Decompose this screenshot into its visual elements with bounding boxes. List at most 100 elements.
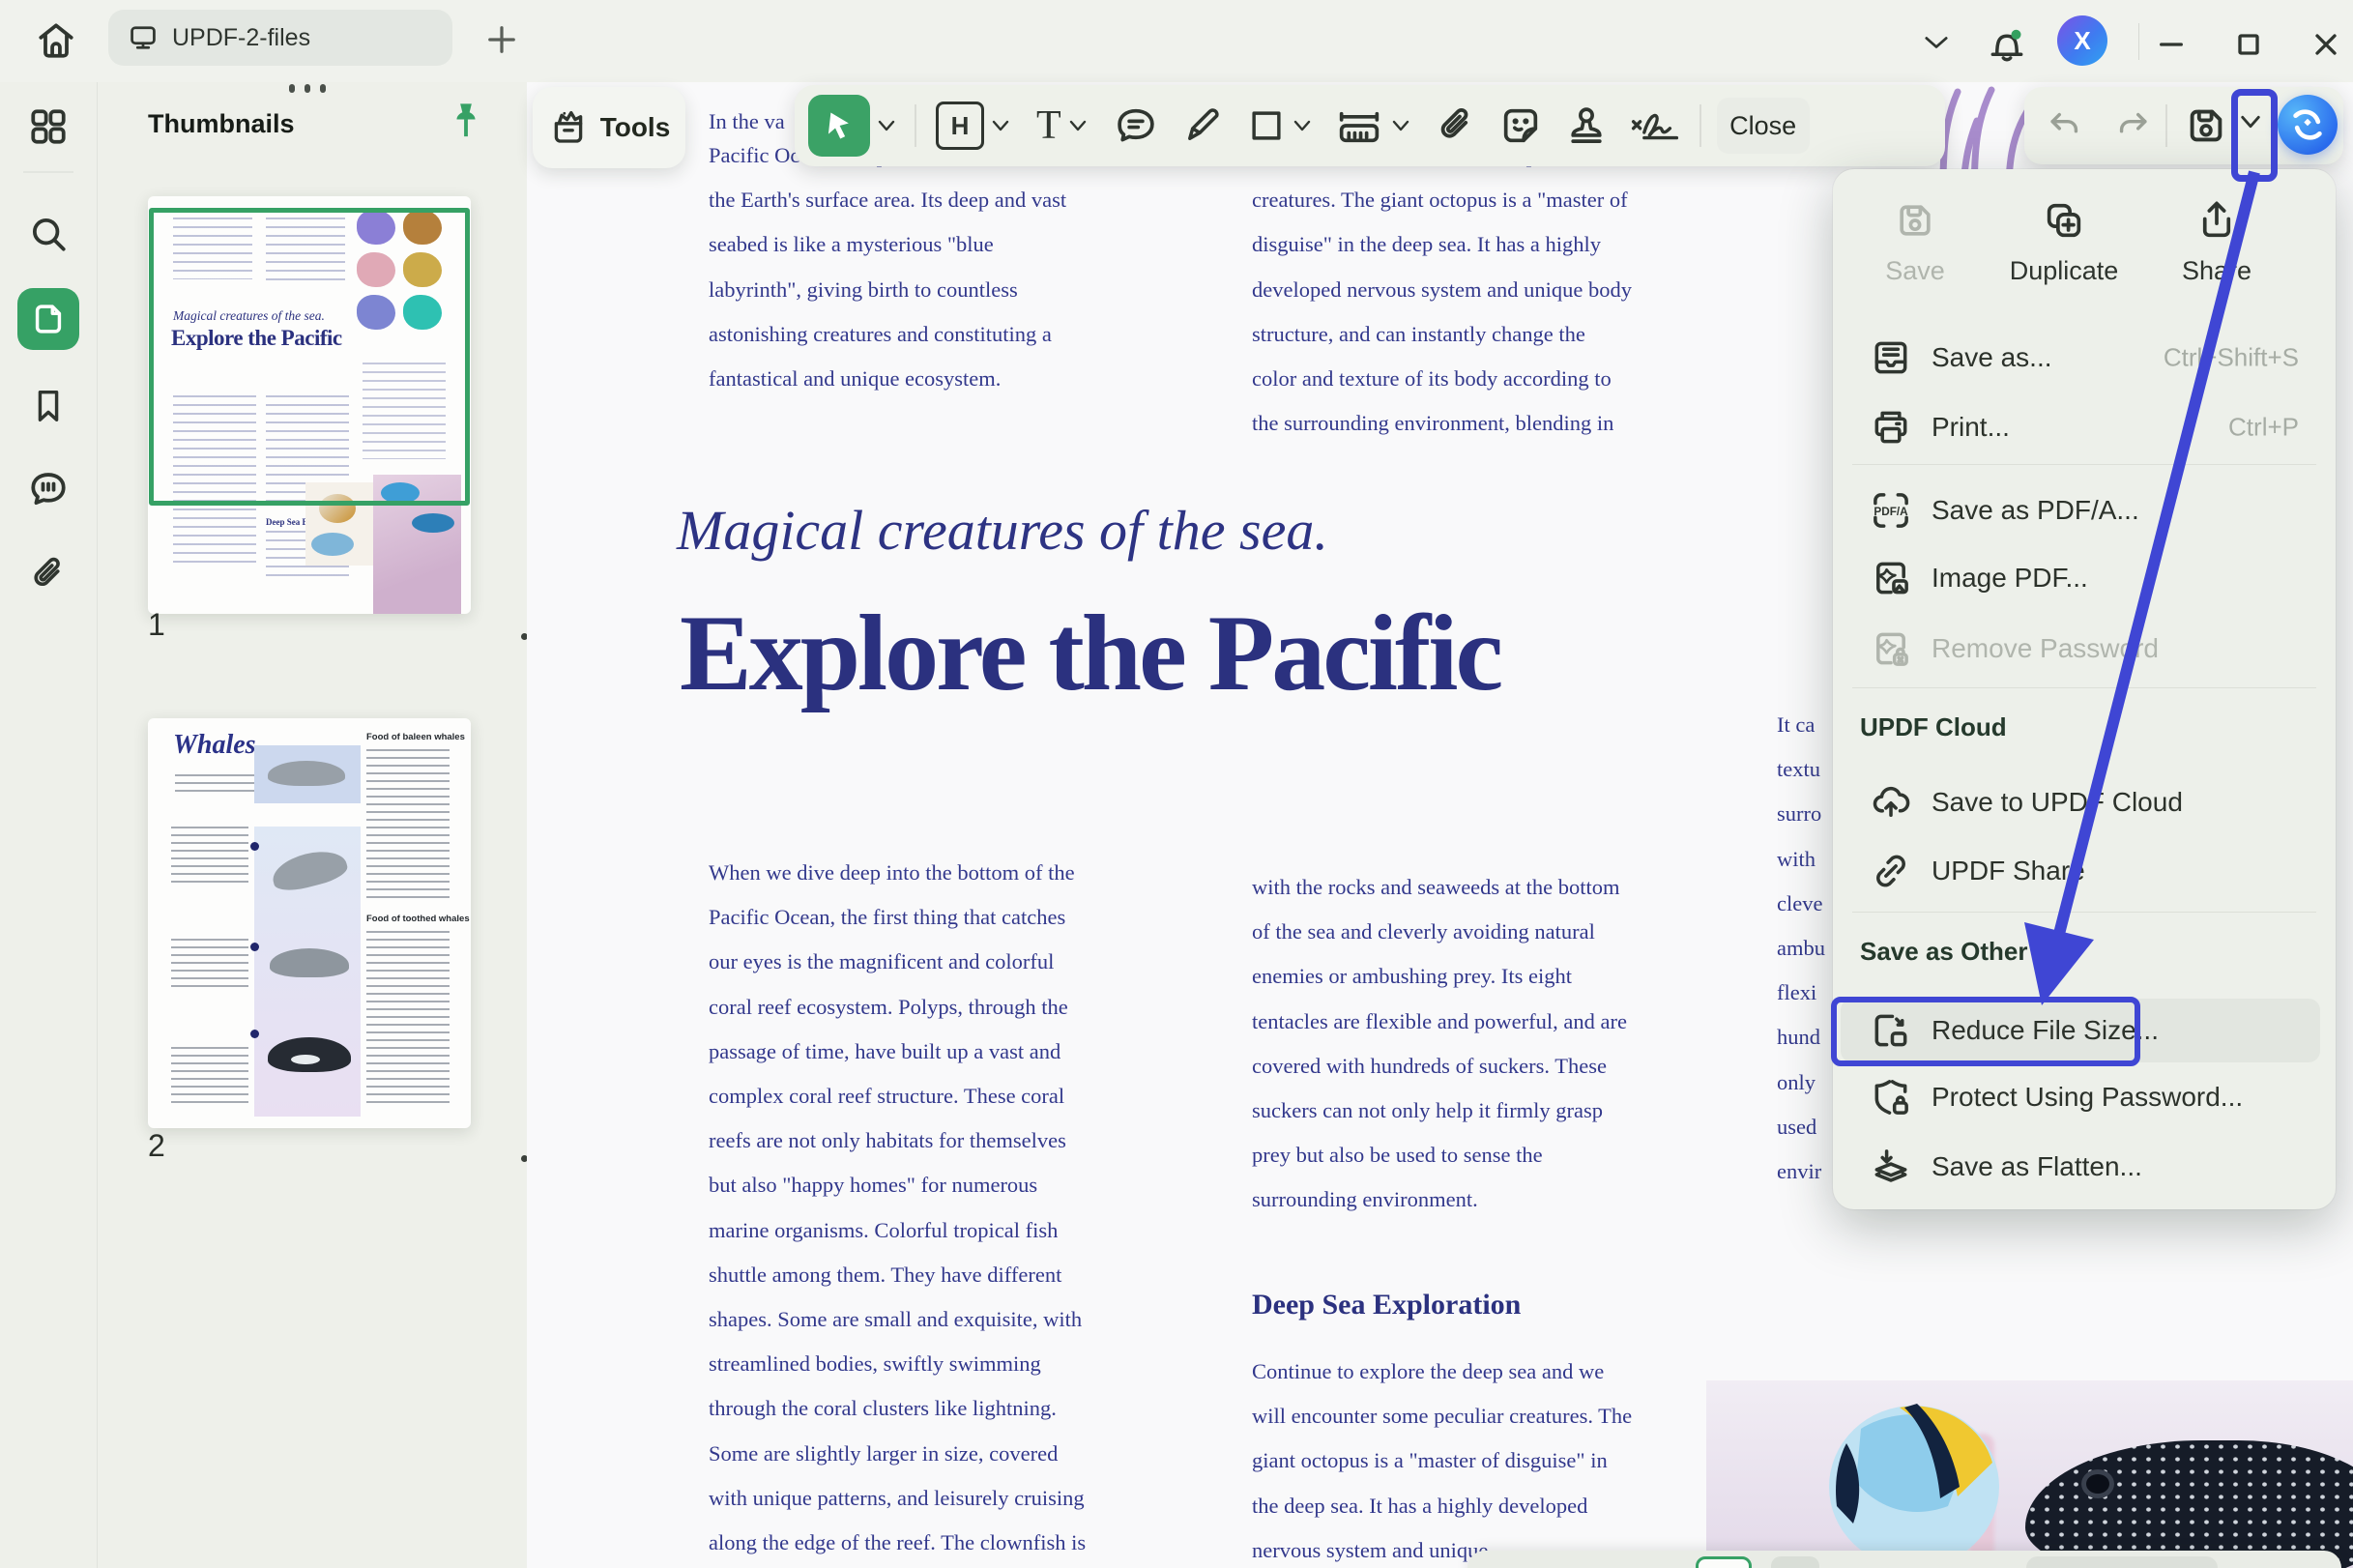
page-control-green-button[interactable] <box>1696 1556 1752 1568</box>
sticker-icon <box>1498 103 1543 148</box>
save-as-icon <box>1870 336 1912 379</box>
sticker-tool-button[interactable] <box>1498 103 1543 148</box>
sidebar-item-comments[interactable] <box>17 458 79 520</box>
text-tool-button[interactable]: T <box>1036 102 1061 149</box>
save-as-shortcut: Ctrl+Shift+S <box>2164 343 2299 373</box>
stamp-tool-button[interactable] <box>1564 103 1609 148</box>
save-as-flatten-label: Save as Flatten... <box>1932 1151 2142 1182</box>
butterflyfish-image <box>1803 1390 2025 1568</box>
new-tab-button[interactable] <box>483 21 520 58</box>
page-thumbnail-1[interactable]: Magical creatures of the sea. Explore th… <box>148 196 471 614</box>
ai-assistant-button[interactable] <box>2278 95 2338 155</box>
menu-section-save-as-other: Save as Other <box>1860 937 2027 967</box>
menu-share-action[interactable]: Share <box>2144 198 2289 286</box>
doc-clipped-column: It catextusurrowithcleveambuflexihundonl… <box>1777 703 1825 1194</box>
page-control-grey-button[interactable] <box>1771 1556 1819 1568</box>
search-icon <box>27 213 70 255</box>
doc-subtitle: Magical creatures of the sea. <box>677 498 1328 563</box>
link-icon <box>1870 850 1912 892</box>
select-tool-dropdown[interactable] <box>876 118 897 133</box>
pufferfish-image <box>2025 1440 2353 1568</box>
toolbar-divider-2 <box>1699 104 1701 147</box>
print-label: Print... <box>1932 412 2010 443</box>
doc-section-heading: Deep Sea Exploration <box>1252 1289 1521 1321</box>
panel-drag-handle[interactable] <box>289 84 326 93</box>
menu-item-save-as-flatten[interactable]: Save as Flatten... <box>1833 1133 2336 1201</box>
heading-tool-button[interactable]: H <box>936 102 984 150</box>
tools-button[interactable]: Tools <box>533 87 685 168</box>
tools-icon <box>548 107 589 148</box>
page-icon <box>29 300 68 338</box>
page-thumbnail-2[interactable]: Whales Food of baleen whales Food of too… <box>148 718 471 1128</box>
sidebar-item-bookmarks[interactable] <box>17 375 79 437</box>
menu-item-save-as[interactable]: Save as... Ctrl+Shift+S <box>1833 324 2336 392</box>
toolbar-divider <box>915 104 916 147</box>
save-to-cloud-label: Save to UPDF Cloud <box>1932 787 2183 818</box>
document-tab[interactable]: UPDF-2-files <box>108 10 452 66</box>
select-tool-button[interactable] <box>808 95 870 157</box>
comment-bubble-icon <box>1114 103 1158 148</box>
undo-button[interactable] <box>2046 106 2084 145</box>
page-number-2: 2 <box>148 1128 165 1164</box>
shield-lock-icon <box>1870 1076 1912 1118</box>
pen-tool-button[interactable] <box>1181 104 1224 147</box>
attach-tool-button[interactable] <box>1435 104 1477 147</box>
close-label: Close <box>1729 111 1796 141</box>
menu-save-action: Save <box>1843 198 1988 286</box>
user-avatar[interactable]: X <box>2057 15 2107 66</box>
save-action-label: Save <box>1885 256 1945 286</box>
menu-item-protect-password[interactable]: Protect Using Password... <box>1833 1063 2336 1131</box>
remove-password-icon <box>1870 627 1912 670</box>
menu-item-remove-password: Remove Password <box>1833 615 2336 682</box>
mini-toolbar-divider <box>2165 104 2167 147</box>
titlebar-collapse-button[interactable] <box>1920 31 1953 54</box>
thumb2-bluewhale-image <box>254 745 361 803</box>
close-document-button[interactable]: Close <box>1717 98 1810 154</box>
menu-duplicate-action[interactable]: Duplicate <box>1991 198 2136 286</box>
save-button[interactable] <box>2183 102 2229 149</box>
minimize-button[interactable] <box>2154 27 2189 62</box>
maximize-button[interactable] <box>2231 27 2266 62</box>
rail-divider <box>23 171 73 173</box>
save-floppy-icon <box>2183 102 2229 149</box>
image-pdf-label: Image PDF... <box>1932 563 2088 594</box>
sidebar-item-thumbnails[interactable] <box>17 288 79 350</box>
menu-item-save-as-pdfa[interactable]: PDF/A Save as PDF/A... <box>1833 477 2336 544</box>
duplicate-action-label: Duplicate <box>2010 256 2119 286</box>
undo-icon <box>2046 106 2084 145</box>
redo-button[interactable] <box>2113 106 2152 145</box>
ruler-icon <box>1334 103 1384 148</box>
tab-label: UPDF-2-files <box>172 24 310 52</box>
page-controls-bar[interactable] <box>1467 1551 2341 1568</box>
shape-tool-button[interactable] <box>1247 106 1286 145</box>
heading-tool-dropdown[interactable] <box>990 118 1011 133</box>
pdfa-icon-text: PDF/A <box>1874 506 1908 518</box>
updf-app-window: UPDF-2-files X <box>0 0 2353 1568</box>
close-window-button[interactable] <box>2309 27 2343 62</box>
annotation-box-reduce-file-size <box>1831 997 2140 1066</box>
measure-tool-button[interactable] <box>1334 103 1384 148</box>
menu-item-save-to-cloud[interactable]: Save to UPDF Cloud <box>1833 769 2336 836</box>
remove-password-label: Remove Password <box>1932 633 2159 664</box>
sidebar-item-search[interactable] <box>17 203 79 265</box>
sidebar-item-attachments[interactable] <box>17 543 79 605</box>
home-button[interactable] <box>35 19 77 62</box>
comment-tool-button[interactable] <box>1114 103 1158 148</box>
visible-area-indicator <box>149 208 470 506</box>
bookmark-icon <box>29 387 68 425</box>
measure-tool-dropdown[interactable] <box>1390 118 1411 133</box>
shape-tool-dropdown[interactable] <box>1292 118 1313 133</box>
sidebar-item-apps[interactable] <box>17 96 79 158</box>
menu-item-image-pdf[interactable]: Image PDF... <box>1833 544 2336 612</box>
pin-panel-button[interactable] <box>446 100 486 142</box>
menu-item-print[interactable]: Print... Ctrl+P <box>1833 393 2336 461</box>
signature-tool-button[interactable] <box>1628 104 1682 147</box>
text-tool-dropdown[interactable] <box>1067 118 1089 133</box>
menu-item-updf-share[interactable]: UPDF Share <box>1833 837 2336 905</box>
page-control-pill[interactable] <box>2026 1556 2218 1568</box>
doc-intro-col2: ocean, we will encounter some peculiarcr… <box>1252 133 1632 446</box>
panel-title: Thumbnails <box>148 109 295 139</box>
notifications-button[interactable] <box>1986 23 2028 66</box>
updf-share-label: UPDF Share <box>1932 856 2085 886</box>
redo-icon <box>2113 106 2152 145</box>
